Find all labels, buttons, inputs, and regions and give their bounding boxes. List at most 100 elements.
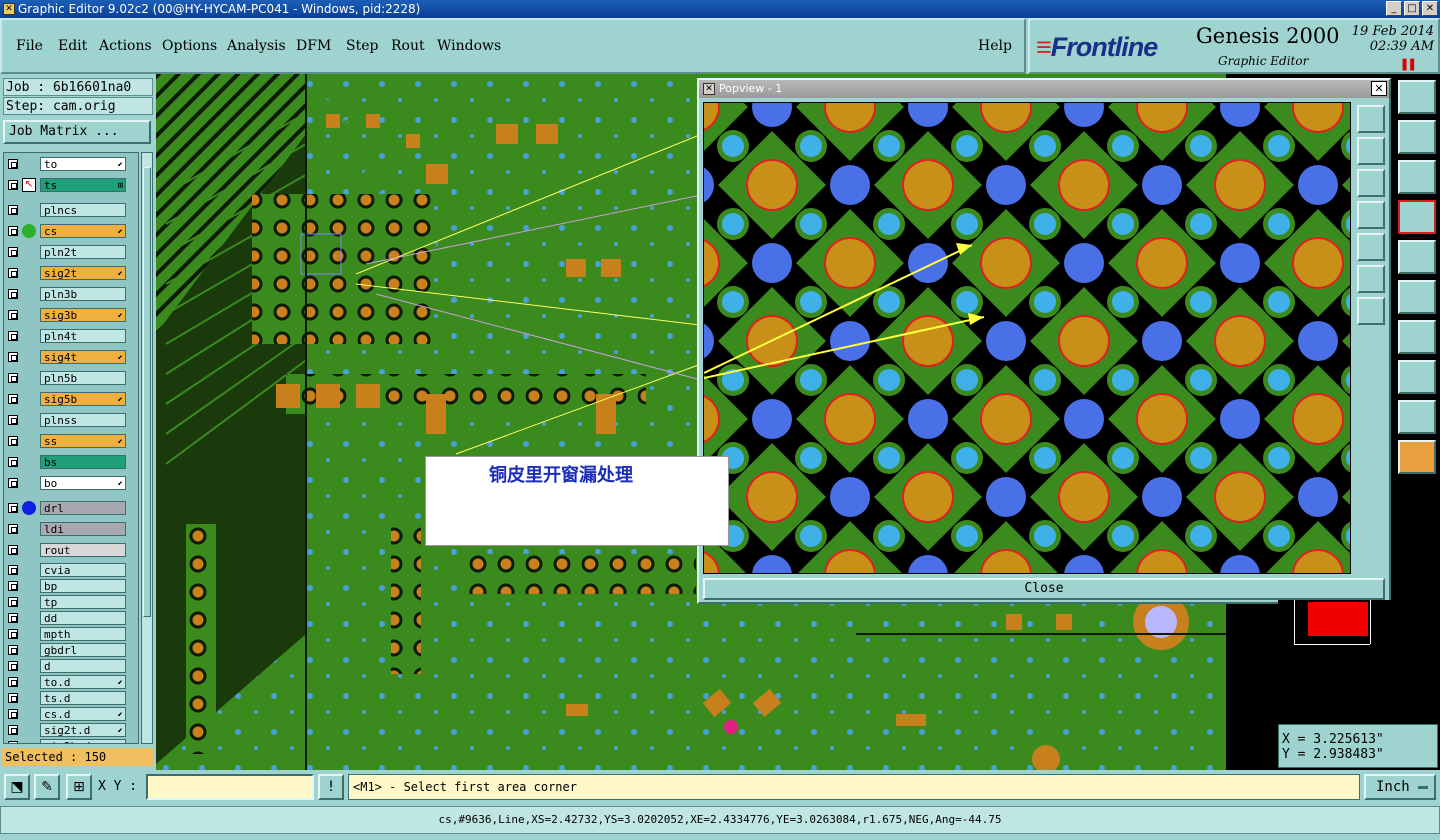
layer-row[interactable]: sig4t ⬋	[6, 349, 126, 365]
popview-zoom-view[interactable]	[704, 103, 1351, 574]
layer-name[interactable]: drl	[40, 501, 126, 515]
layer-row[interactable]: to ⬋	[6, 156, 126, 172]
layer-row[interactable]: bs	[6, 454, 126, 470]
scroll-thumb[interactable]	[143, 167, 151, 617]
layer-checkbox[interactable]	[8, 524, 18, 534]
layer-name[interactable]: sig2t ⬋	[40, 266, 126, 280]
layer-checkbox[interactable]	[8, 289, 18, 299]
layer-checkbox[interactable]	[8, 373, 18, 383]
layer-checkbox[interactable]	[8, 180, 18, 190]
layer-checkbox[interactable]	[8, 677, 18, 687]
layer-row[interactable]: sig3b ⬋	[6, 307, 126, 323]
layer-name[interactable]: ldi	[40, 522, 126, 536]
layer-row[interactable]: sig3b.d ⬋	[6, 738, 126, 743]
minimize-button[interactable]: _	[1386, 1, 1402, 16]
app-icon[interactable]: ✕	[3, 3, 15, 15]
layer-checkbox[interactable]	[8, 565, 18, 575]
menu-analysis[interactable]: Analysis	[227, 38, 286, 54]
zoom-window-icon[interactable]: ⬔	[4, 774, 30, 800]
layer-checkbox[interactable]	[8, 415, 18, 425]
layer-checkbox[interactable]	[8, 725, 18, 735]
edit-pencil-icon[interactable]: ✎	[34, 774, 60, 800]
layer-checkbox[interactable]	[8, 613, 18, 623]
layer-row[interactable]: gbdrl	[6, 642, 126, 658]
layer-name[interactable]: mpth	[40, 627, 126, 641]
menu-options[interactable]: Options	[162, 38, 217, 54]
popview-zoom-out-icon[interactable]	[1357, 297, 1385, 325]
layer-checkbox[interactable]	[8, 645, 18, 655]
layer-checkbox[interactable]	[8, 394, 18, 404]
layer-name[interactable]: ts.d	[40, 691, 126, 705]
layer-checkbox[interactable]	[8, 545, 18, 555]
layer-name[interactable]: cs.d ⬋	[40, 707, 126, 721]
layer-row[interactable]: sig5b ⬋	[6, 391, 126, 407]
popview-pan-left-icon[interactable]	[1357, 201, 1385, 229]
layer-checkbox[interactable]	[8, 661, 18, 671]
layer-row[interactable]: pln4t	[6, 328, 126, 344]
layer-name[interactable]: d	[40, 659, 126, 673]
layer-row[interactable]: bo ⬋	[6, 475, 126, 491]
popview-pan-right-icon[interactable]	[1357, 233, 1385, 261]
layer-checkbox[interactable]	[8, 268, 18, 278]
alert-icon[interactable]: !	[318, 774, 344, 800]
help-icon[interactable]	[1398, 160, 1436, 194]
layer-name[interactable]: ts ⊞	[40, 178, 126, 192]
overview-map[interactable]	[1278, 600, 1438, 722]
layer-name[interactable]: plncs	[40, 203, 126, 217]
layer-checkbox[interactable]	[8, 159, 18, 169]
layer-row[interactable]: ss ⬋	[6, 433, 126, 449]
xy-input[interactable]	[146, 774, 314, 800]
close-window-button[interactable]: ✕	[1422, 1, 1438, 16]
layer-name[interactable]: sig5b ⬋	[40, 392, 126, 406]
layer-row[interactable]: bp	[6, 578, 126, 594]
measure-icon[interactable]	[1398, 280, 1436, 314]
popview-canvas[interactable]	[703, 102, 1351, 574]
menu-rout[interactable]: Rout	[391, 38, 425, 54]
layer-name[interactable]: cvia	[40, 563, 126, 577]
layer-checkbox[interactable]	[8, 247, 18, 257]
layer-row[interactable]: cs.d ⬋	[6, 706, 126, 722]
snap-icon[interactable]	[1398, 120, 1436, 154]
layer-checkbox[interactable]	[8, 205, 18, 215]
layer-row[interactable]: rout	[6, 542, 126, 558]
popview-zoom-fit-icon[interactable]	[1357, 105, 1385, 133]
layer-checkbox[interactable]	[8, 478, 18, 488]
menu-actions[interactable]: Actions	[99, 38, 152, 54]
profile-icon[interactable]	[1398, 400, 1436, 434]
layer-name[interactable]: tp	[40, 595, 126, 609]
layer-row[interactable]: ldi	[6, 521, 126, 537]
layer-name[interactable]: dd	[40, 611, 126, 625]
maximize-button[interactable]: □	[1404, 1, 1420, 16]
popview-pan-up-icon[interactable]	[1357, 137, 1385, 165]
layer-row[interactable]: plnss	[6, 412, 126, 428]
popview-pan-down-icon[interactable]	[1357, 169, 1385, 197]
menu-edit[interactable]: Edit	[58, 38, 87, 54]
pause-icon[interactable]: ▌▌	[1403, 60, 1418, 71]
menu-step[interactable]: Step	[346, 38, 378, 54]
layer-checkbox[interactable]	[8, 581, 18, 591]
layer-name[interactable]: sig4t ⬋	[40, 350, 126, 364]
menu-dfm[interactable]: DFM	[296, 38, 331, 54]
layer-row[interactable]: tp	[6, 594, 126, 610]
layer-row[interactable]: sig2t ⬋	[6, 265, 126, 281]
layer-checkbox[interactable]	[8, 352, 18, 362]
layer-name[interactable]: sig3b ⬋	[40, 308, 126, 322]
features-icon[interactable]	[1398, 320, 1436, 354]
select-tool-icon[interactable]	[1398, 440, 1436, 474]
components-icon[interactable]	[1398, 360, 1436, 394]
job-matrix-button[interactable]: Job Matrix ...	[3, 120, 151, 144]
layer-checkbox[interactable]	[8, 503, 18, 513]
layer-checkbox[interactable]	[8, 741, 18, 743]
layer-name[interactable]: to ⬋	[40, 157, 126, 171]
layer-row[interactable]: ts.d	[6, 690, 126, 706]
layer-name[interactable]: sig2t.d ⬋	[40, 723, 126, 737]
layer-checkbox[interactable]	[8, 597, 18, 607]
layer-checkbox[interactable]	[8, 310, 18, 320]
layer-row[interactable]: pln5b	[6, 370, 126, 386]
layer-name[interactable]: pln5b	[40, 371, 126, 385]
popview-titlebar[interactable]: ✕ Popview - 1	[699, 80, 1389, 98]
layer-row[interactable]: cs ⬋	[6, 223, 126, 239]
fill-mode-icon[interactable]	[1398, 240, 1436, 274]
layer-row[interactable]: to.d ⬋	[6, 674, 126, 690]
layer-name[interactable]: pln4t	[40, 329, 126, 343]
